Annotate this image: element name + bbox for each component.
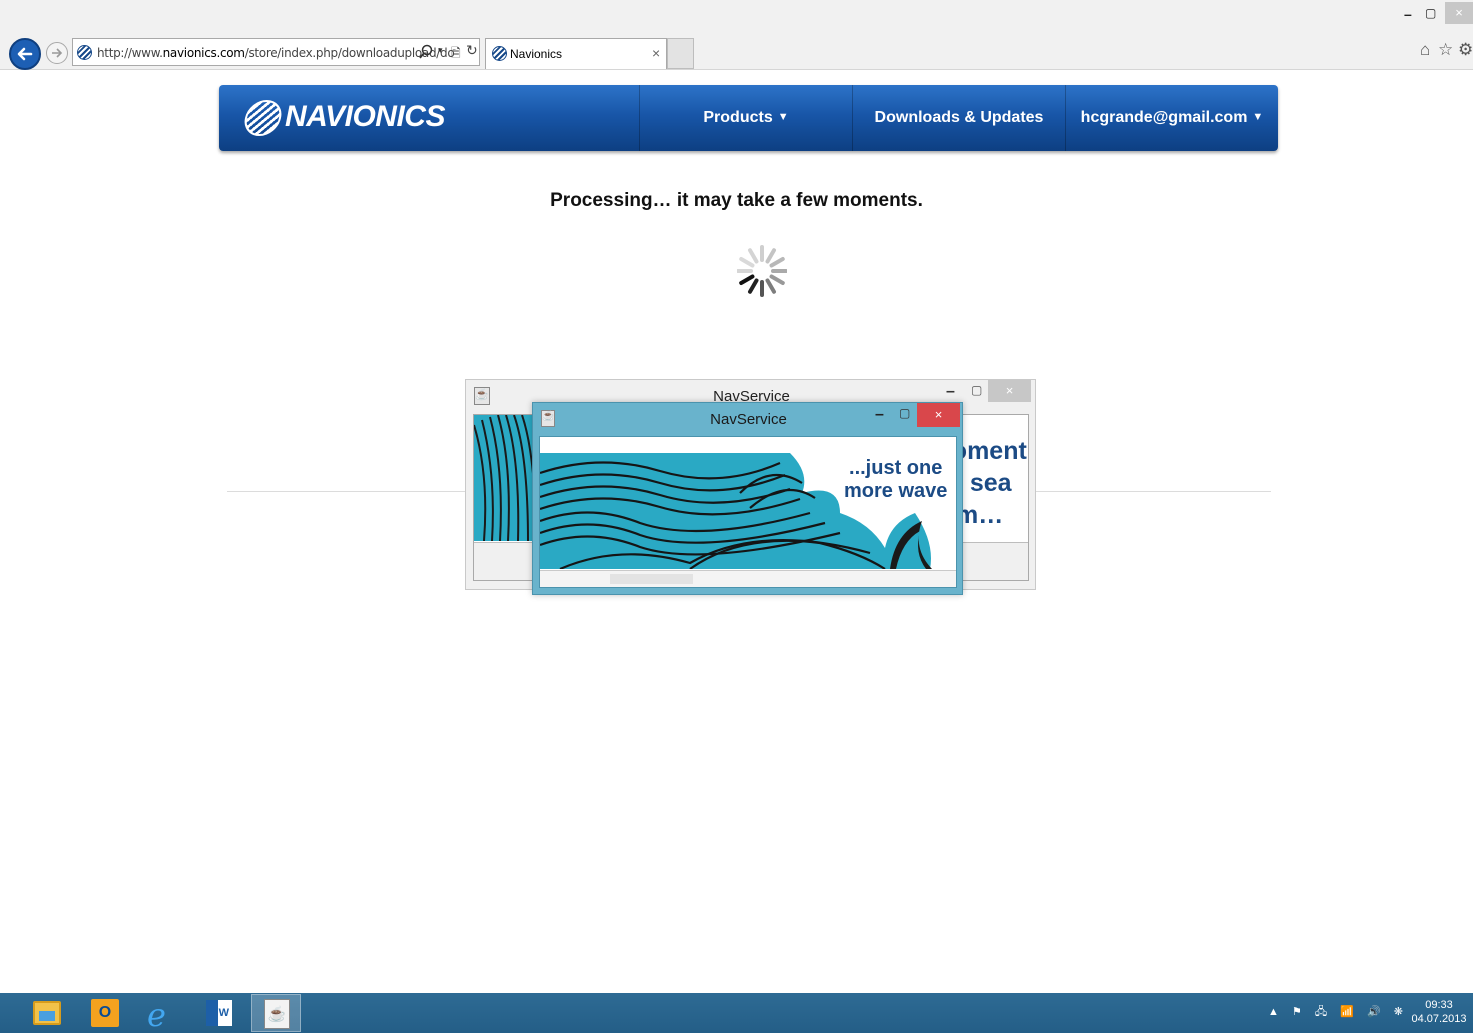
tab-navionics[interactable]: Navionics × bbox=[485, 38, 667, 69]
refresh-icon[interactable]: ↻ bbox=[466, 42, 478, 59]
progress-bar bbox=[540, 570, 956, 587]
minimize-button[interactable]: – bbox=[946, 383, 955, 401]
window-message: ...just one more wave bbox=[844, 457, 947, 503]
forward-arrow-icon bbox=[52, 48, 63, 58]
window-close-button[interactable]: × bbox=[1445, 2, 1473, 24]
signal-strength-icon[interactable]: 📶 bbox=[1340, 1005, 1354, 1018]
window-minimize-button[interactable]: – bbox=[1404, 6, 1412, 22]
tab-favicon-icon bbox=[492, 46, 507, 61]
wave-banner: ...just one more wave bbox=[540, 453, 956, 569]
caret-down-icon: ▼ bbox=[1252, 111, 1264, 123]
minimize-button[interactable]: – bbox=[875, 406, 884, 424]
tools-icon[interactable]: ⚙ bbox=[1458, 40, 1473, 60]
navionics-favicon-icon bbox=[77, 45, 92, 60]
caret-down-icon: ▼ bbox=[777, 111, 789, 123]
back-arrow-icon bbox=[17, 47, 33, 61]
action-center-flag-icon[interactable]: ⚑ bbox=[1292, 1005, 1302, 1018]
file-explorer-icon bbox=[33, 1001, 61, 1025]
new-tab-button[interactable] bbox=[667, 38, 694, 69]
system-tray: ▲ ⚑ 🖧 📶 🔊 ❋ bbox=[1268, 1003, 1413, 1023]
window-restore-button[interactable]: ▢ bbox=[1425, 6, 1436, 20]
wave-illustration bbox=[474, 415, 536, 541]
close-button[interactable]: × bbox=[988, 380, 1031, 402]
internet-explorer-icon: e bbox=[147, 996, 166, 1033]
tab-close-icon[interactable]: × bbox=[652, 45, 660, 61]
navionics-logo-icon bbox=[241, 100, 285, 136]
network-icon[interactable]: 🖧 bbox=[1315, 1003, 1327, 1022]
favorites-icon[interactable]: ☆ bbox=[1438, 40, 1453, 60]
address-dropdown-icon[interactable]: ▾ bbox=[438, 45, 443, 56]
divider bbox=[227, 491, 467, 492]
taskbar-outlook[interactable]: O bbox=[80, 994, 130, 1032]
taskbar-file-explorer[interactable] bbox=[22, 994, 72, 1032]
loading-spinner-icon bbox=[737, 245, 787, 297]
address-bar[interactable]: http://www.navionics.com/store/index.php… bbox=[72, 38, 480, 66]
maximize-button[interactable]: ▢ bbox=[971, 383, 982, 397]
forward-button[interactable] bbox=[46, 42, 68, 64]
word-icon: W bbox=[206, 1000, 232, 1026]
app-tray-icon[interactable]: ❋ bbox=[1394, 1005, 1403, 1018]
navservice-window-front[interactable]: ☕ NavService – ▢ × ...just one more wave bbox=[532, 402, 963, 595]
clock[interactable]: 09:33 04.07.2013 bbox=[1408, 998, 1470, 1026]
maximize-button[interactable]: ▢ bbox=[899, 406, 910, 420]
show-hidden-icons-icon[interactable]: ▲ bbox=[1268, 1006, 1279, 1018]
message-line: more wave bbox=[844, 480, 948, 502]
volume-icon[interactable]: 🔊 bbox=[1367, 1005, 1381, 1018]
nav-products[interactable]: Products ▼ bbox=[639, 85, 852, 151]
java-icon: ☕ bbox=[264, 999, 290, 1029]
window-body: ...just one more wave bbox=[539, 436, 957, 588]
taskbar-word[interactable]: W bbox=[194, 994, 244, 1032]
compatibility-view-icon[interactable]: 🗎 bbox=[451, 44, 461, 65]
home-icon[interactable]: ⌂ bbox=[1420, 40, 1430, 60]
nav-account[interactable]: hcgrande@gmail.com ▼ bbox=[1065, 85, 1278, 151]
browser-chrome: http://www.navionics.com/store/index.php… bbox=[0, 0, 1473, 70]
nav-downloads-label: Downloads & Updates bbox=[874, 109, 1044, 126]
nav-products-label: Products bbox=[703, 109, 773, 126]
search-icon[interactable] bbox=[419, 44, 433, 60]
close-button[interactable]: × bbox=[917, 403, 960, 427]
taskbar-internet-explorer[interactable]: e bbox=[137, 994, 187, 1033]
taskbar: O e W ☕ ▲ ⚑ 🖧 📶 🔊 ❋ 09:33 04.07.2013 bbox=[0, 993, 1473, 1033]
clock-date: 04.07.2013 bbox=[1411, 1013, 1467, 1025]
clock-time: 09:33 bbox=[1425, 999, 1453, 1011]
divider bbox=[1035, 491, 1271, 492]
logo-text: NAVIONICS bbox=[285, 100, 445, 133]
progress-fill bbox=[610, 574, 693, 584]
nav-downloads-updates[interactable]: Downloads & Updates bbox=[852, 85, 1065, 151]
nav-account-label: hcgrande@gmail.com bbox=[1080, 109, 1248, 126]
address-url[interactable]: http://www.navionics.com/store/index.php… bbox=[97, 46, 455, 60]
site-header: NAVIONICS Products ▼ Downloads & Updates … bbox=[219, 85, 1278, 151]
outlook-icon: O bbox=[91, 999, 119, 1027]
processing-message: Processing… it may take a few moments. bbox=[550, 190, 923, 211]
message-line: ...just one bbox=[849, 457, 943, 479]
tab-title: Navionics bbox=[510, 47, 563, 61]
taskbar-java[interactable]: ☕ bbox=[251, 994, 301, 1032]
back-button[interactable] bbox=[9, 38, 41, 70]
